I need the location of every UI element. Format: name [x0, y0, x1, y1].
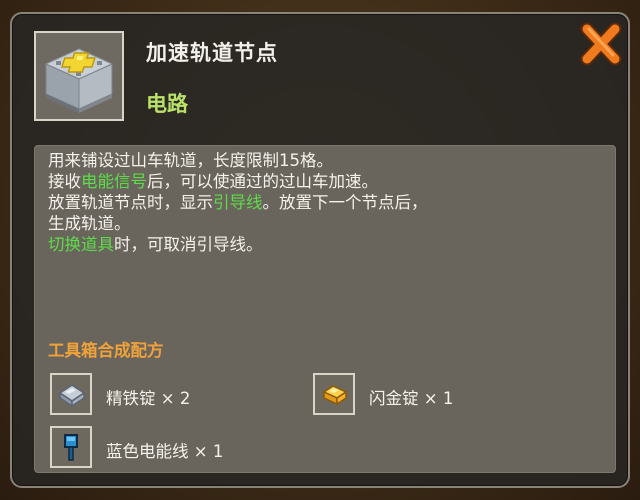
- description-text: 后，可以使通过的过山车加速。: [147, 172, 378, 191]
- ingredient-label: 精铁锭 × 2: [106, 389, 191, 408]
- description-line: 生成轨道。: [48, 214, 131, 233]
- description-text: 。放置下一个节点后，: [262, 193, 428, 212]
- item-category: 电路: [146, 92, 188, 116]
- ingredient-icon-frame: [313, 373, 355, 415]
- description-line: 用来铺设过山车轨道，长度限制15格。: [48, 151, 333, 170]
- description-highlight: 切换道具: [48, 235, 114, 254]
- description-line: 放置轨道节点时，显示引导线。放置下一个节点后，: [48, 192, 608, 213]
- recipe-title: 工具箱合成配方: [48, 341, 164, 360]
- description-text: 接收: [48, 172, 81, 191]
- close-x-icon: [580, 22, 622, 66]
- description-highlight: 引导线: [213, 193, 263, 212]
- item-description: 用来铺设过山车轨道，长度限制15格。 接收电能信号后，可以使通过的过山车加速。 …: [48, 150, 608, 255]
- ingredient-icon-frame: [50, 426, 92, 468]
- description-text: 时，可取消引导线。: [114, 235, 263, 254]
- description-highlight: 电能信号: [81, 172, 147, 191]
- close-button[interactable]: [578, 20, 624, 68]
- iron-ingot-icon: [58, 384, 86, 408]
- description-line: 接收电能信号后，可以使通过的过山车加速。: [48, 171, 608, 192]
- item-name: 加速轨道节点: [146, 41, 278, 65]
- ingredient-label: 蓝色电能线 × 1: [106, 442, 224, 461]
- description-line: 切换道具时，可取消引导线。: [48, 234, 608, 255]
- ingredient-icon-frame: [50, 373, 92, 415]
- speed-rail-node-icon: [44, 48, 114, 113]
- ingredient-label: 闪金锭 × 1: [369, 389, 454, 408]
- blue-wire-icon: [64, 434, 78, 461]
- description-text: 放置轨道节点时，显示: [48, 193, 213, 212]
- item-icon-frame: [34, 31, 124, 121]
- gold-ingot-icon: [322, 385, 348, 406]
